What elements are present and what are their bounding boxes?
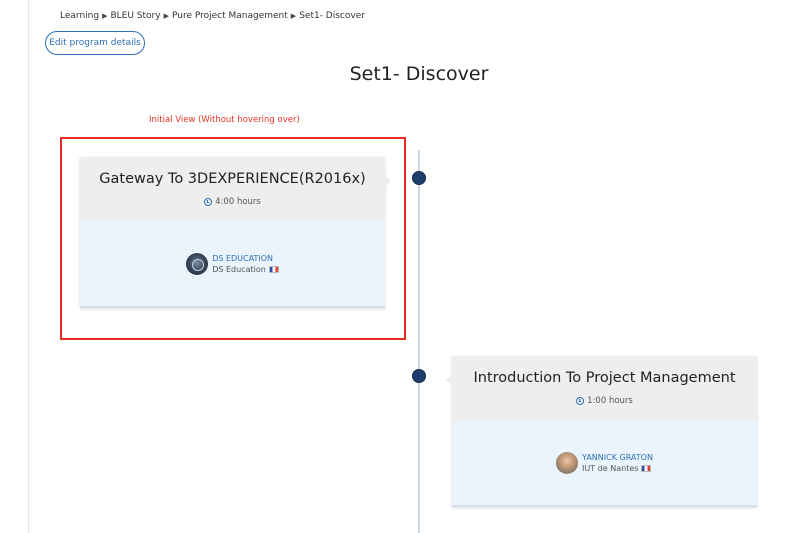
- breadcrumb: Learning ▶ BLEU Story ▶ Pure Project Managem…: [60, 11, 365, 21]
- french-flag-icon: [641, 465, 652, 472]
- instructor-avatar: [556, 452, 579, 474]
- course-duration: 1:00 hours: [452, 396, 757, 406]
- instructor: DS EDUCATION DS Education: [186, 253, 279, 275]
- course-card-body: YANNICK GRATON IUT de Nantes: [452, 421, 757, 507]
- course-duration: 4:00 hours: [80, 197, 385, 207]
- breadcrumb-separator-icon: ▶: [102, 12, 108, 20]
- edit-program-details-button[interactable]: Edit program details: [45, 31, 145, 55]
- course-duration-text: 4:00 hours: [215, 197, 261, 207]
- ds-logo-icon: [186, 253, 209, 275]
- french-flag-icon: [268, 266, 279, 273]
- timeline-line: [418, 150, 420, 533]
- breadcrumb-separator-icon: ▶: [290, 12, 297, 20]
- course-duration-text: 1:00 hours: [587, 396, 633, 406]
- course-title[interactable]: Introduction To Project Management: [452, 356, 757, 386]
- annotation-label: Initial View (Without hovering over): [149, 115, 300, 125]
- course-card-body: DS EDUCATION DS Education: [80, 222, 385, 308]
- instructor-org-text: IUT de Nantes: [582, 464, 639, 473]
- card-pointer: [385, 175, 391, 187]
- breadcrumb-link-learning[interactable]: Learning: [60, 11, 99, 21]
- clock-icon: [576, 397, 585, 405]
- instructor-org: DS Education: [212, 264, 279, 275]
- instructor: YANNICK GRATON IUT de Nantes: [556, 452, 653, 474]
- course-card[interactable]: Gateway To 3DEXPERIENCE(R2016x) 4:00 hou…: [80, 157, 391, 308]
- timeline-dot: [412, 369, 426, 383]
- instructor-name[interactable]: YANNICK GRATON: [582, 452, 653, 463]
- instructor-org: IUT de Nantes: [582, 463, 653, 474]
- course-title[interactable]: Gateway To 3DEXPERIENCE(R2016x): [80, 157, 385, 187]
- instructor-name[interactable]: DS EDUCATION: [212, 253, 279, 264]
- clock-icon: [204, 198, 213, 206]
- page-title: Set1- Discover: [349, 63, 489, 85]
- breadcrumb-link-bleu-story[interactable]: BLEU Story: [110, 11, 160, 21]
- instructor-org-text: DS Education: [212, 265, 266, 274]
- breadcrumb-link-program[interactable]: Pure Project Management: [172, 11, 288, 21]
- breadcrumb-current: Set1- Discover: [299, 11, 365, 21]
- course-card-header: Introduction To Project Management 1:00 …: [452, 356, 757, 421]
- course-card-header: Gateway To 3DEXPERIENCE(R2016x) 4:00 hou…: [80, 157, 385, 222]
- timeline-dot: [412, 171, 426, 185]
- breadcrumb-separator-icon: ▶: [163, 12, 169, 20]
- course-card[interactable]: Introduction To Project Management 1:00 …: [446, 356, 757, 507]
